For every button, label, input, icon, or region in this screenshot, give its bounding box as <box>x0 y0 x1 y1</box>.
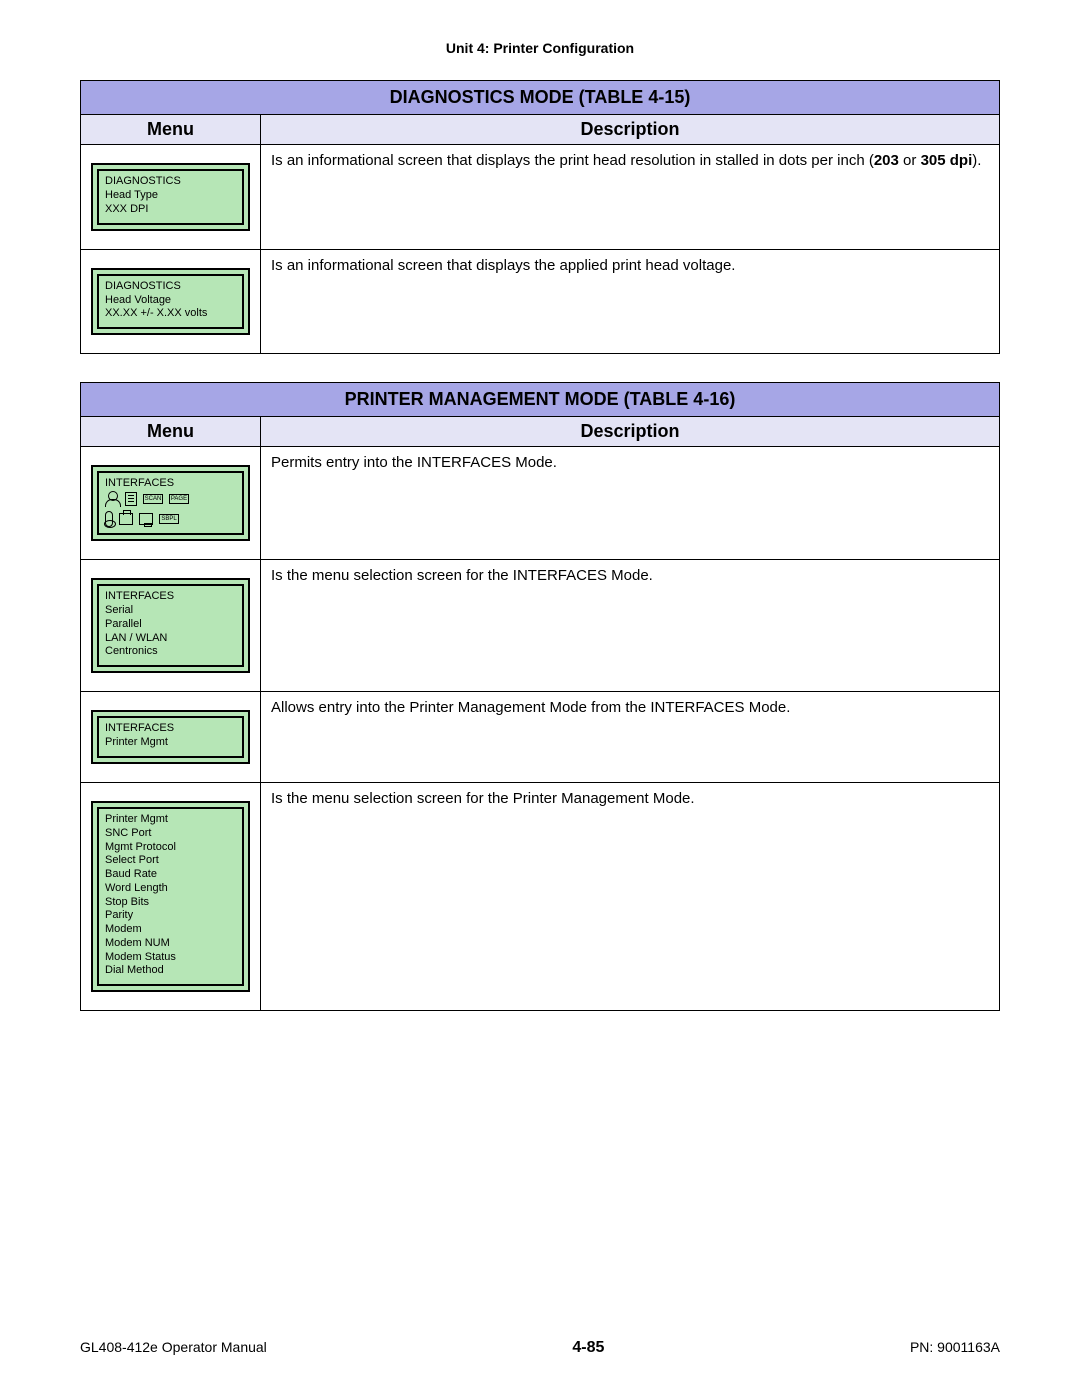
lcd-line: Modem <box>105 923 236 937</box>
page-number: 4-85 <box>572 1339 604 1357</box>
lcd-line: Head Voltage <box>105 294 236 308</box>
printer-management-mode-table: PRINTER MANAGEMENT MODE (TABLE 4-16) Men… <box>80 382 1000 1011</box>
lcd-line: LAN / WLAN <box>105 632 236 646</box>
monitor-icon <box>139 513 153 525</box>
lcd-screen: INTERFACES Serial Parallel LAN / WLAN Ce… <box>91 578 250 673</box>
lcd-line: Select Port <box>105 854 236 868</box>
lcd-line: Parallel <box>105 618 236 632</box>
thermometer-icon <box>105 511 113 527</box>
footer-left: GL408-412e Operator Manual <box>80 1339 267 1355</box>
sbpl-icon: SBPL <box>159 514 179 524</box>
lcd-screen: INTERFACES Printer Mgmt <box>91 710 250 764</box>
table-row: INTERFACES Serial Parallel LAN / WLAN Ce… <box>81 560 1000 692</box>
lcd-line: Head Type <box>105 189 236 203</box>
lcd-screen: DIAGNOSTICS Head Type XXX DPI <box>91 163 250 231</box>
lcd-line: Stop Bits <box>105 896 236 910</box>
lcd-line: XX.XX +/- X.XX volts <box>105 307 236 321</box>
document-icon <box>125 492 137 506</box>
unit-header: Unit 4: Printer Configuration <box>80 40 1000 56</box>
lcd-screen: Printer Mgmt SNC Port Mgmt Protocol Sele… <box>91 801 250 992</box>
diagnostics-mode-table: DIAGNOSTICS MODE (TABLE 4-15) Menu Descr… <box>80 80 1000 354</box>
page-footer: GL408-412e Operator Manual 4-85 PN: 9001… <box>80 1339 1000 1357</box>
desc-text: ). <box>972 152 981 169</box>
page-icon: PAGE <box>169 494 189 504</box>
scan-icon: SCAN <box>143 494 163 504</box>
lcd-line: Word Length <box>105 882 236 896</box>
table-title: PRINTER MANAGEMENT MODE (TABLE 4-16) <box>81 383 1000 417</box>
description-cell: Is the menu selection screen for the INT… <box>261 560 1000 692</box>
printer-icon <box>119 513 133 525</box>
lcd-line: Mgmt Protocol <box>105 841 236 855</box>
lcd-line: Parity <box>105 909 236 923</box>
table-row: DIAGNOSTICS Head Type XXX DPI Is an info… <box>81 145 1000 250</box>
lcd-title: INTERFACES <box>105 590 236 602</box>
lcd-screen: DIAGNOSTICS Head Voltage XX.XX +/- X.XX … <box>91 268 250 336</box>
person-icon <box>105 491 119 507</box>
lcd-line: Modem NUM <box>105 937 236 951</box>
lcd-line: XXX DPI <box>105 203 236 217</box>
lcd-line: Serial <box>105 604 236 618</box>
table-title: DIAGNOSTICS MODE (TABLE 4-15) <box>81 81 1000 115</box>
desc-bold: 203 <box>874 152 899 169</box>
lcd-line: Printer Mgmt <box>105 736 236 750</box>
lcd-title: INTERFACES <box>105 477 236 489</box>
description-cell: Permits entry into the INTERFACES Mode. <box>261 447 1000 560</box>
lcd-line: Dial Method <box>105 964 236 978</box>
col-head-menu: Menu <box>81 417 261 447</box>
col-head-menu: Menu <box>81 115 261 145</box>
lcd-title: Printer Mgmt <box>105 813 236 825</box>
table-row: DIAGNOSTICS Head Voltage XX.XX +/- X.XX … <box>81 249 1000 354</box>
lcd-line: Modem Status <box>105 951 236 965</box>
footer-right: PN: 9001163A <box>910 1339 1000 1355</box>
col-head-desc: Description <box>261 115 1000 145</box>
table-row: INTERFACES Printer Mgmt Allows entry int… <box>81 692 1000 783</box>
col-head-desc: Description <box>261 417 1000 447</box>
desc-text: Is an informational screen that displays… <box>271 152 874 169</box>
lcd-screen: INTERFACES SCAN PAGE SBPL <box>91 465 250 541</box>
lcd-title: DIAGNOSTICS <box>105 175 236 187</box>
lcd-line: SNC Port <box>105 827 236 841</box>
desc-bold: 305 dpi <box>921 152 973 169</box>
desc-text: or <box>899 152 921 169</box>
description-cell: Is an informational screen that displays… <box>261 145 1000 250</box>
lcd-title: DIAGNOSTICS <box>105 280 236 292</box>
lcd-title: INTERFACES <box>105 722 236 734</box>
description-cell: Is the menu selection screen for the Pri… <box>261 782 1000 1010</box>
table-row: INTERFACES SCAN PAGE SBPL <box>81 447 1000 560</box>
table-row: Printer Mgmt SNC Port Mgmt Protocol Sele… <box>81 782 1000 1010</box>
description-cell: Is an informational screen that displays… <box>261 249 1000 354</box>
lcd-line: Baud Rate <box>105 868 236 882</box>
lcd-line: Centronics <box>105 645 236 659</box>
description-cell: Allows entry into the Printer Management… <box>261 692 1000 783</box>
